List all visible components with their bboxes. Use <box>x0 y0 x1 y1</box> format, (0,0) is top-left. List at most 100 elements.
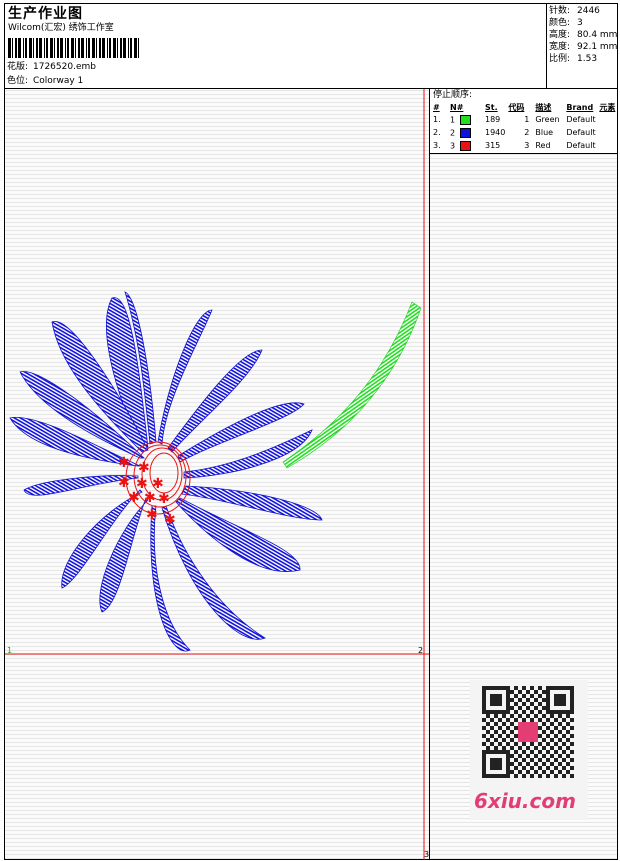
qr-module <box>566 762 570 766</box>
qr-module <box>538 742 542 746</box>
qr-module <box>554 774 558 778</box>
qr-module <box>538 758 542 762</box>
qr-module <box>566 754 570 758</box>
qr-module <box>538 702 542 706</box>
qr-module <box>482 742 486 746</box>
qr-module <box>534 746 538 750</box>
qr-module <box>522 686 526 690</box>
qr-module <box>510 754 514 758</box>
qr-module <box>530 686 534 690</box>
qr-module <box>530 742 534 746</box>
qr-module <box>514 734 518 738</box>
qr-module <box>546 718 550 722</box>
qr-module <box>510 714 514 718</box>
qr-module <box>542 722 546 726</box>
qr-module <box>510 730 514 734</box>
svg-text:✱: ✱ <box>118 475 130 491</box>
qr-module <box>486 738 490 742</box>
svg-text:✱: ✱ <box>138 460 150 476</box>
qr-module <box>542 762 546 766</box>
qr-module <box>558 770 562 774</box>
qr-module <box>554 758 558 762</box>
qr-module <box>550 770 554 774</box>
qr-module <box>530 694 534 698</box>
qr-module <box>498 734 502 738</box>
qr-module <box>522 710 526 714</box>
qr-module <box>558 714 562 718</box>
qr-module <box>566 714 570 718</box>
qr-module <box>570 718 574 722</box>
qr-module <box>514 766 518 770</box>
qr-module <box>542 714 546 718</box>
qr-module <box>518 754 522 758</box>
qr-module <box>510 762 514 766</box>
qr-module <box>570 726 574 730</box>
qr-module <box>514 694 518 698</box>
qr-module <box>506 742 510 746</box>
qr-module <box>550 738 554 742</box>
qr-module <box>514 718 518 722</box>
qr-module <box>566 746 570 750</box>
qr-module <box>542 730 546 734</box>
qr-module <box>554 726 558 730</box>
qr-module <box>482 734 486 738</box>
qr-module <box>538 766 542 770</box>
marker-1: 1 <box>7 646 13 655</box>
qr-module <box>518 770 522 774</box>
qr-module <box>502 714 506 718</box>
qr-module <box>514 758 518 762</box>
qr-module <box>482 726 486 730</box>
qr-module <box>522 774 526 778</box>
qr-module <box>530 718 534 722</box>
qr-module <box>570 750 574 754</box>
qr-module <box>562 750 566 754</box>
qr-module <box>566 770 570 774</box>
qr-module <box>486 730 490 734</box>
qr-module <box>538 726 542 730</box>
qr-module <box>542 754 546 758</box>
qr-module <box>526 762 530 766</box>
qr-module <box>514 726 518 730</box>
qr-module <box>558 722 562 726</box>
qr-module <box>566 722 570 726</box>
qr-module <box>518 746 522 750</box>
qr-module <box>546 758 550 762</box>
qr-module <box>530 710 534 714</box>
qr-module <box>502 738 506 742</box>
qr-module <box>526 698 530 702</box>
qr-module <box>566 738 570 742</box>
qr-module <box>538 694 542 698</box>
qr-module <box>534 698 538 702</box>
qr-module <box>530 758 534 762</box>
qr-module <box>530 774 534 778</box>
qr-module <box>530 766 534 770</box>
qr-module <box>550 762 554 766</box>
qr-module <box>518 698 522 702</box>
svg-text:✱: ✱ <box>128 490 140 506</box>
qr-module <box>482 718 486 722</box>
qr-module <box>526 746 530 750</box>
qr-module <box>546 742 550 746</box>
qr-module <box>526 770 530 774</box>
qr-module <box>494 714 498 718</box>
qr-module <box>570 774 574 778</box>
qr-module <box>542 706 546 710</box>
qr-module <box>542 746 546 750</box>
qr-module <box>514 742 518 746</box>
qr-module <box>554 766 558 770</box>
qr-module <box>522 766 526 770</box>
qr-module <box>510 722 514 726</box>
svg-text:✱: ✱ <box>158 491 170 507</box>
qr-module <box>562 742 566 746</box>
qr-module <box>554 742 558 746</box>
marker-2: 2 <box>418 646 424 655</box>
qr-module <box>506 726 510 730</box>
qr-module <box>490 718 494 722</box>
qr-module <box>490 694 502 706</box>
qr-module <box>558 738 562 742</box>
qr-module <box>502 722 506 726</box>
qr-module <box>522 694 526 698</box>
qr-module <box>498 726 502 730</box>
qr-module <box>534 714 538 718</box>
qr-module <box>546 766 550 770</box>
